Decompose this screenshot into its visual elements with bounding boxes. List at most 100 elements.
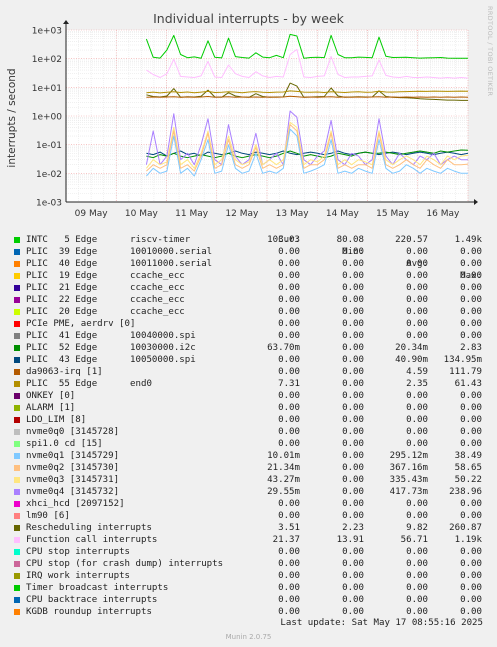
legend-label: Rescheduling interrupts — [26, 523, 152, 533]
y-tick-label: 1e+02 — [32, 55, 62, 65]
legend-row: da9063-irq [1] 0.00 0.00 4.59 111.79 — [12, 366, 492, 378]
legend-min-value: 0.00 — [342, 511, 364, 521]
legend-row: PLIC 22 Edge ccache_ecc 0.00 0.00 0.00 0.00 — [12, 294, 492, 306]
legend-max-value: 0.00 — [460, 427, 482, 437]
legend-row: nvme0q0 [3145728] 0.00 0.00 0.00 0.00 — [12, 426, 492, 438]
legend-max-value: 0.00 — [460, 271, 482, 281]
y-tick-label: 1e-03 — [36, 199, 62, 209]
legend-row: xhci_hcd [2097152] 0.00 0.00 0.00 0.00 — [12, 498, 492, 510]
legend-row: ONKEY [0] 0.00 0.00 0.00 0.00 — [12, 390, 492, 402]
legend-swatch — [14, 309, 20, 315]
legend-swatch — [14, 417, 20, 423]
legend-cur-value: 0.00 — [278, 415, 300, 425]
x-axis-arrow — [474, 199, 478, 205]
legend-cur-value: 0.00 — [278, 295, 300, 305]
legend-max-value: 38.49 — [454, 451, 482, 461]
x-tick-label: 16 May — [426, 209, 460, 219]
legend-max-value: 61.43 — [454, 379, 482, 389]
legend-label: PLIC 52 Edge 10030000.i2c — [26, 343, 196, 353]
legend-swatch — [14, 525, 20, 531]
legend-min-value: 0.00 — [342, 463, 364, 473]
legend-label: spi1.0 cd [15] — [26, 439, 103, 449]
legend-max-value: 260.87 — [449, 523, 482, 533]
chart-grid — [65, 29, 469, 203]
legend-cur-value: 0.00 — [278, 427, 300, 437]
legend-min-value: 0.00 — [342, 571, 364, 581]
legend-header-row: Cur: Min: Avg: Max: — [12, 222, 492, 281]
legend-swatch — [14, 333, 20, 339]
legend-max-value: 134.95m — [443, 355, 482, 365]
legend-min-value: 0.00 — [342, 295, 364, 305]
legend-cur-value: 0.00 — [278, 583, 300, 593]
legend-row: KGDB roundup interrupts 0.00 0.00 0.00 0.00 — [12, 606, 492, 618]
legend-max-value: 0.00 — [460, 511, 482, 521]
legend-cur-value: 21.37 — [272, 535, 300, 545]
legend-cur-value: 0.00 — [278, 511, 300, 521]
x-tick-label: 14 May — [326, 209, 360, 219]
legend-cur-value: 0.00 — [278, 331, 300, 341]
legend-swatch — [14, 609, 20, 615]
y-axis-arrow — [63, 20, 69, 24]
legend-cur-value: 0.00 — [278, 499, 300, 509]
legend-cur-value: 0.00 — [278, 439, 300, 449]
legend-row: PLIC 19 Edge ccache_ecc 0.00 0.00 0.00 0.00 — [12, 270, 492, 282]
legend-label: ALARM [1] — [26, 403, 76, 413]
legend-table: Cur: Min: Avg: Max: INTC 5 Edge riscv-ti… — [12, 222, 492, 618]
legend-swatch — [14, 549, 20, 555]
legend-min-value: 0.00 — [342, 415, 364, 425]
legend-cur-value: 0.00 — [278, 367, 300, 377]
legend-cur-value: 103.03 — [267, 235, 300, 245]
legend-max-value: 0.00 — [460, 439, 482, 449]
legend-row: spi1.0 cd [15] 0.00 0.00 0.00 0.00 — [12, 438, 492, 450]
legend-swatch — [14, 573, 20, 579]
legend-row: INTC 5 Edge riscv-timer 103.03 80.08 220.57… — [12, 234, 492, 246]
legend-min-value: 0.00 — [342, 451, 364, 461]
legend-min-value: 0.00 — [342, 475, 364, 485]
legend-swatch — [14, 429, 20, 435]
legend-row: IRQ work interrupts 0.00 0.00 0.00 0.00 — [12, 570, 492, 582]
legend-min-value: 0.00 — [342, 391, 364, 401]
legend-cur-value: 0.00 — [278, 307, 300, 317]
legend-cur-value: 0.00 — [278, 571, 300, 581]
legend-row: PLIC 39 Edge 10010000.serial 0.00 0.00 0.00… — [12, 246, 492, 258]
legend-label: CPU backtrace interrupts — [26, 595, 158, 605]
legend-label: CPU stop interrupts — [26, 547, 131, 557]
x-tick-label: 09 May — [75, 209, 109, 219]
legend-label: CPU stop (for crash dump) interrupts — [26, 559, 224, 569]
legend-cur-value: 10.01m — [267, 451, 300, 461]
legend-min-value: 0.00 — [342, 331, 364, 341]
legend-label: nvme0q0 [3145728] — [26, 427, 120, 437]
legend-min-value: 13.91 — [336, 535, 364, 545]
legend-swatch — [14, 381, 20, 387]
legend-row: PLIC 20 Edge ccache_ecc 0.00 0.00 0.00 0.00 — [12, 306, 492, 318]
legend-min-value: 0.00 — [342, 319, 364, 329]
legend-max-value: 111.79 — [449, 367, 482, 377]
legend-label: PLIC 19 Edge ccache_ecc — [26, 271, 185, 281]
legend-cur-value: 0.00 — [278, 559, 300, 569]
y-tick-label: 1e-02 — [36, 170, 62, 180]
legend-label: PLIC 55 Edge end0 — [26, 379, 152, 389]
x-tick-label: 12 May — [225, 209, 259, 219]
legend-swatch — [14, 345, 20, 351]
legend-max-value: 0.00 — [460, 415, 482, 425]
x-tick-label: 15 May — [376, 209, 410, 219]
legend-cur-value: 0.00 — [278, 355, 300, 365]
legend-swatch — [14, 477, 20, 483]
legend-row: lm90 [6] 0.00 0.00 0.00 0.00 — [12, 510, 492, 522]
legend-min-value: 0.00 — [342, 547, 364, 557]
legend-max-value: 1.19k — [454, 535, 482, 545]
legend-swatch — [14, 453, 20, 459]
legend-swatch — [14, 489, 20, 495]
legend-cur-value: 0.00 — [278, 391, 300, 401]
x-tick-label: 13 May — [276, 209, 310, 219]
y-tick-label: 1e+00 — [32, 113, 63, 123]
x-tick-label: 10 May — [125, 209, 159, 219]
legend-label: PLIC 22 Edge ccache_ecc — [26, 295, 185, 305]
legend-swatch — [14, 393, 20, 399]
legend-cur-value: 0.00 — [278, 547, 300, 557]
legend-label: nvme0q2 [3145730] — [26, 463, 120, 473]
legend-row: Function call interrupts 21.37 13.91 56.71 1… — [12, 534, 492, 546]
legend-cur-value: 0.00 — [278, 595, 300, 605]
legend-label: Timer broadcast interrupts — [26, 583, 169, 593]
legend-max-value: 0.00 — [460, 607, 482, 617]
